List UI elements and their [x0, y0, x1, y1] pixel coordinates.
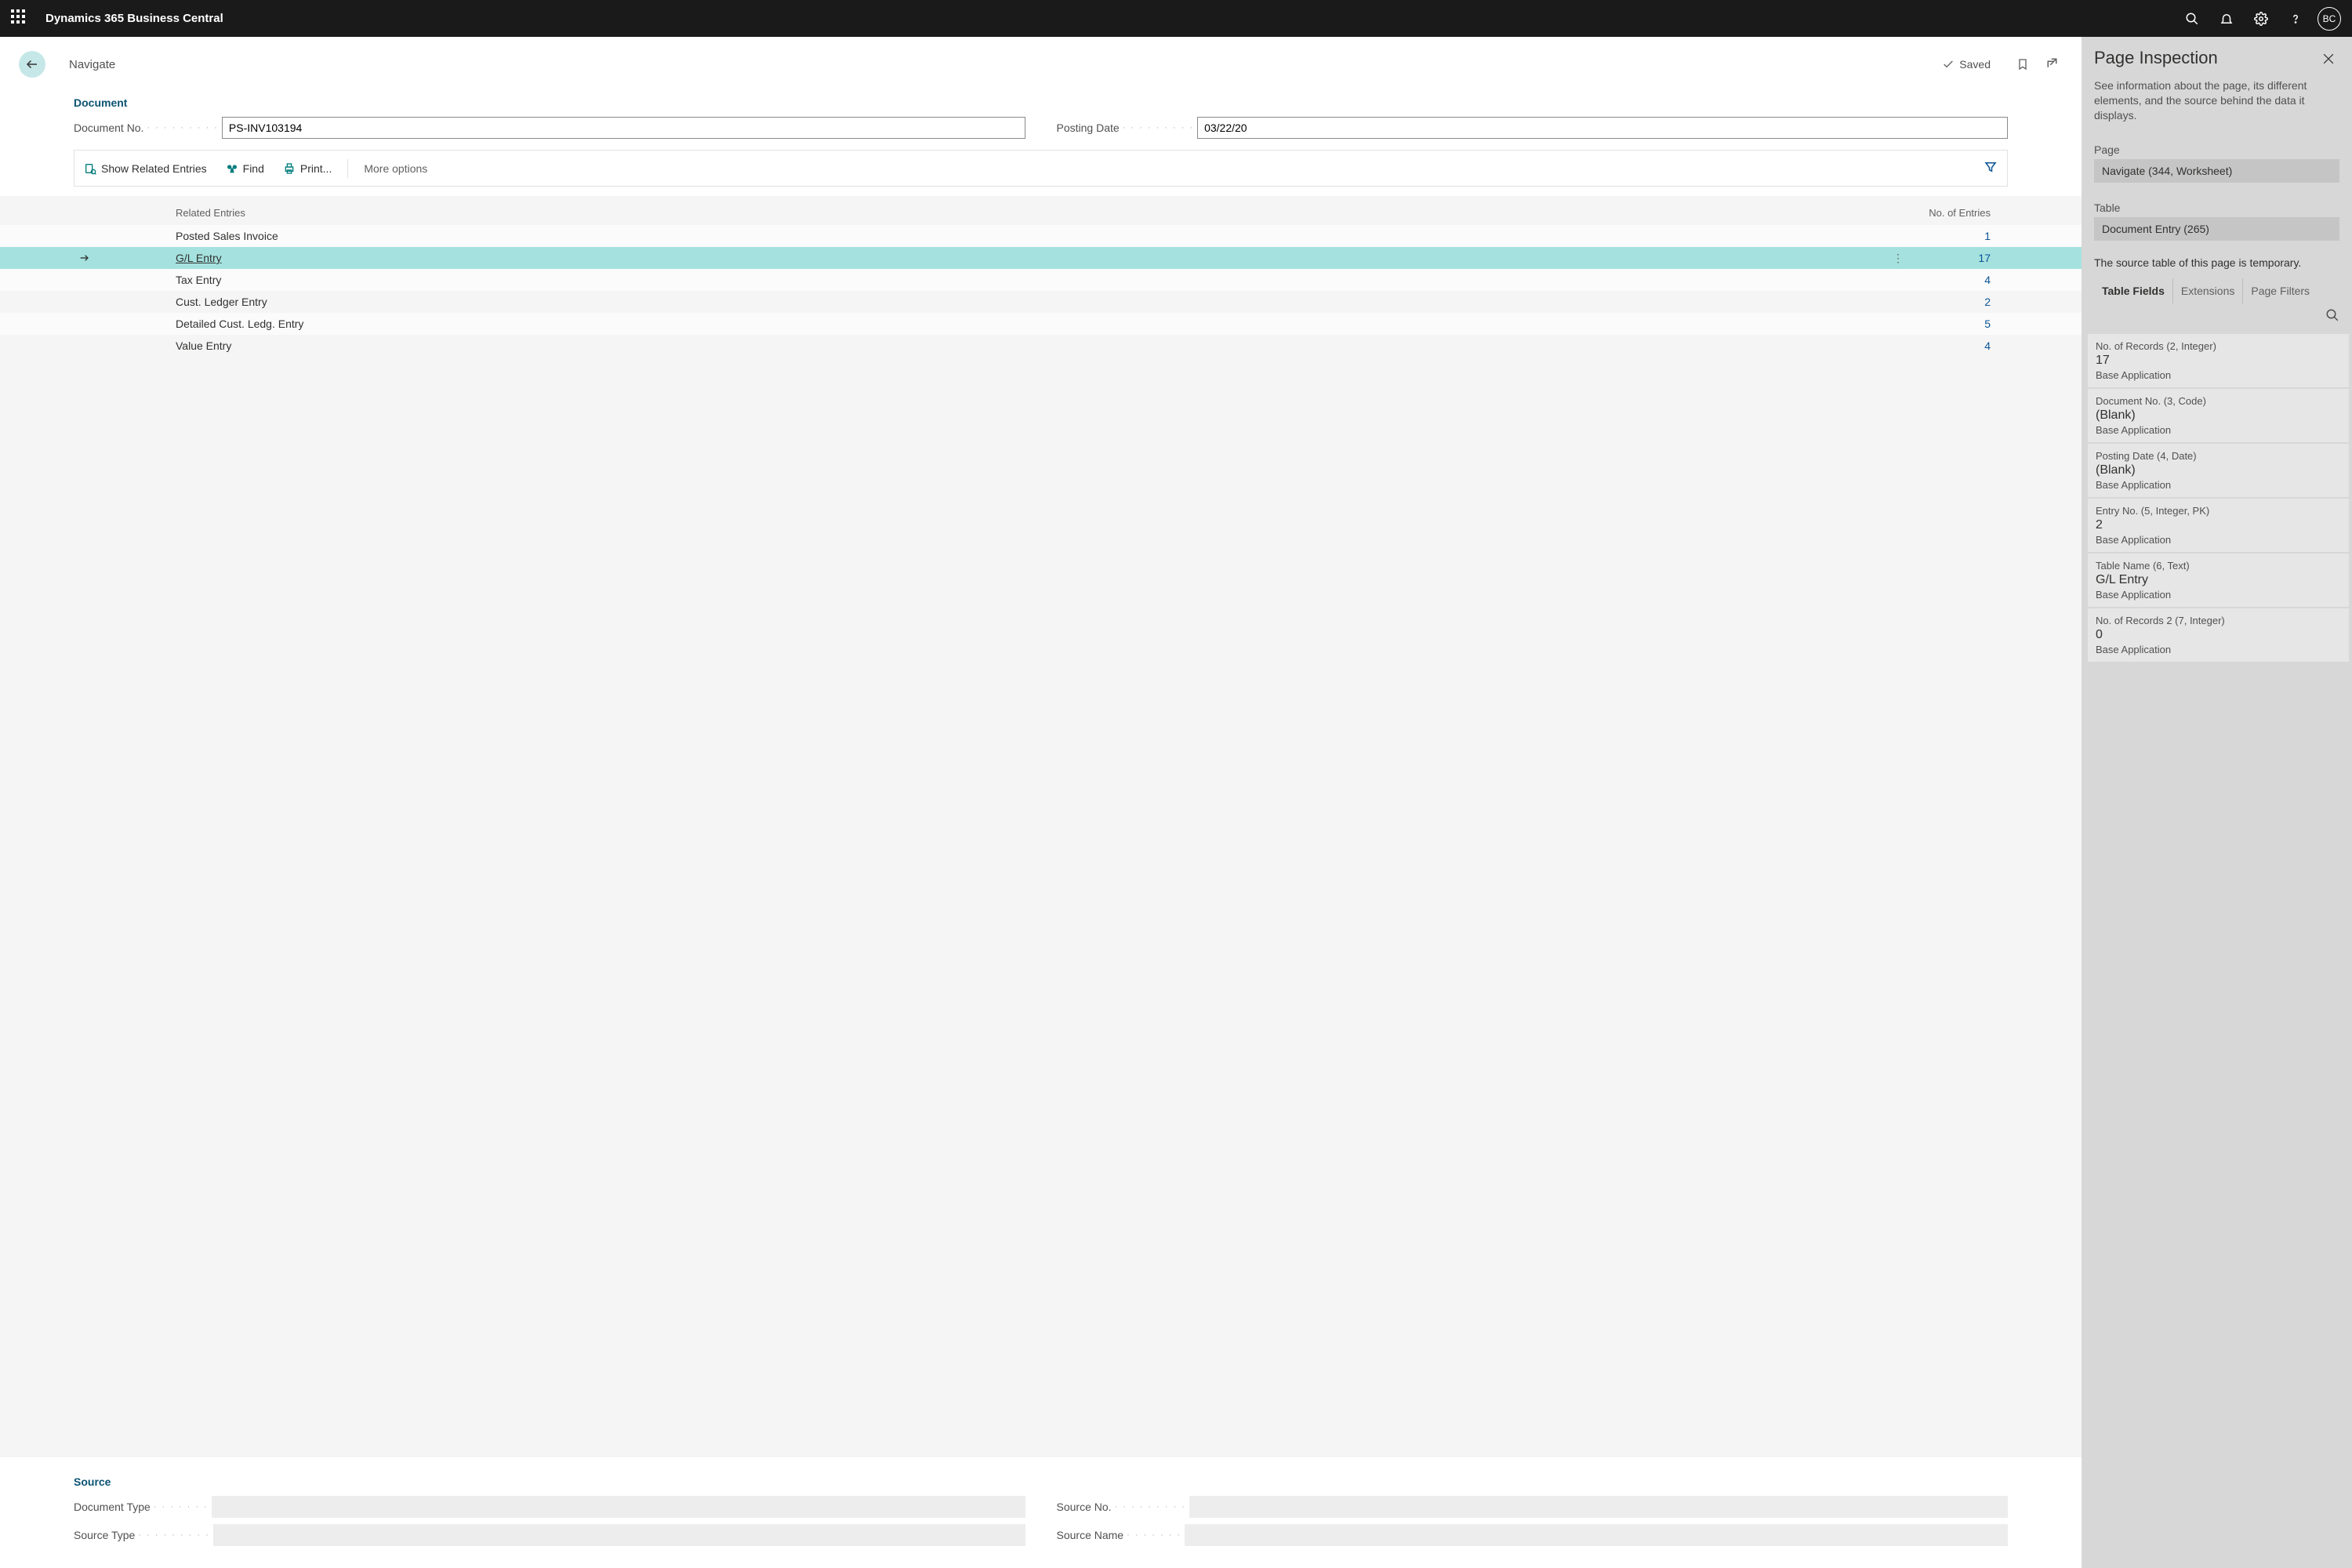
field-value: G/L Entry: [2096, 573, 2341, 587]
back-button[interactable]: [19, 51, 45, 78]
source-section-title: Source: [74, 1475, 2008, 1488]
document-section-title: Document: [74, 96, 2008, 109]
field-value: 2: [2096, 518, 2341, 532]
row-count[interactable]: 1: [1906, 230, 2008, 242]
table-row[interactable]: Tax Entry 4: [0, 269, 2082, 291]
page-inspection-panel: Page Inspection See information about th…: [2082, 37, 2352, 1568]
table-header: Related Entries No. of Entries: [0, 196, 2082, 225]
field-source: Base Application: [2096, 644, 2341, 655]
topbar: Dynamics 365 Business Central BC: [0, 0, 2352, 37]
row-count[interactable]: 4: [1906, 274, 2008, 286]
row-count[interactable]: 2: [1906, 296, 2008, 308]
show-related-entries-button[interactable]: Show Related Entries: [74, 159, 216, 178]
inspector-tabs: Table Fields Extensions Page Filters: [2082, 275, 2352, 303]
field-source: Base Application: [2096, 589, 2341, 601]
row-name: Cust. Ledger Entry: [176, 296, 1890, 308]
field-name: No. of Records 2 (7, Integer): [2096, 615, 2341, 626]
bookmark-icon[interactable]: [2011, 53, 2034, 76]
field-name: Posting Date (4, Date): [2096, 450, 2341, 462]
col-header-name[interactable]: Related Entries: [176, 207, 1906, 219]
source-name-input[interactable]: [1185, 1524, 2008, 1546]
source-type-label: Source Type: [74, 1529, 135, 1541]
find-button[interactable]: Find: [216, 159, 274, 178]
tab-table-fields[interactable]: Table Fields: [2094, 278, 2173, 303]
inspector-field-card[interactable]: No. of Records 2 (7, Integer) 0 Base Appli…: [2088, 608, 2349, 662]
field-source: Base Application: [2096, 424, 2341, 436]
table-row[interactable]: Value Entry 4: [0, 335, 2082, 357]
tab-extensions[interactable]: Extensions: [2173, 278, 2243, 303]
inspector-field-card[interactable]: Table Name (6, Text)G/L Entry Base Applic…: [2088, 554, 2349, 607]
source-no-input[interactable]: [1189, 1496, 2008, 1518]
toolbar-separator: [347, 159, 348, 178]
field-name: Entry No. (5, Integer, PK): [2096, 505, 2341, 517]
search-icon[interactable]: [2175, 0, 2209, 37]
row-count[interactable]: 17: [1906, 252, 2008, 264]
field-source: Base Application: [2096, 534, 2341, 546]
user-avatar[interactable]: BC: [2318, 7, 2341, 31]
doc-no-input[interactable]: [222, 117, 1025, 139]
inspector-temp-note: The source table of this page is tempora…: [2082, 245, 2352, 275]
inspector-table-value[interactable]: Document Entry (265): [2094, 217, 2339, 241]
table-row[interactable]: Detailed Cust. Ledg. Entry 5: [0, 313, 2082, 335]
posting-date-label: Posting Date: [1057, 122, 1120, 134]
inspector-field-card[interactable]: Entry No. (5, Integer, PK)2 Base Applicat…: [2088, 499, 2349, 552]
settings-icon[interactable]: [2244, 0, 2278, 37]
app-launcher-icon[interactable]: [11, 9, 30, 28]
table-row[interactable]: Posted Sales Invoice 1: [0, 225, 2082, 247]
field-value: (Blank): [2096, 408, 2341, 423]
doc-type-label: Document Type: [74, 1501, 151, 1513]
row-name: Value Entry: [176, 339, 1890, 352]
field-name: No. of Records (2, Integer): [2096, 340, 2341, 352]
field-value: (Blank): [2096, 463, 2341, 477]
more-options-button[interactable]: More options: [354, 159, 437, 178]
help-icon[interactable]: [2278, 0, 2313, 37]
close-inspector-button[interactable]: [2318, 48, 2339, 72]
row-name: Detailed Cust. Ledg. Entry: [176, 318, 1890, 330]
saved-indicator: Saved: [1942, 58, 1991, 71]
inspector-fields-list[interactable]: No. of Records (2, Integer)17Base Applic…: [2082, 332, 2352, 1568]
inspector-page-value[interactable]: Navigate (344, Worksheet): [2094, 159, 2339, 183]
inspector-table-label: Table: [2082, 195, 2352, 217]
inspector-title: Page Inspection: [2094, 48, 2318, 68]
field-source: Base Application: [2096, 369, 2341, 381]
inspector-field-card[interactable]: Posting Date (4, Date)(Blank) Base Applic…: [2088, 444, 2349, 497]
col-header-count[interactable]: No. of Entries: [1906, 207, 2008, 219]
print-button[interactable]: Print...: [274, 159, 341, 178]
saved-label: Saved: [1959, 58, 1991, 71]
tab-page-filters[interactable]: Page Filters: [2243, 278, 2318, 303]
related-entries-table: Related Entries No. of Entries Posted Sa…: [0, 196, 2082, 1456]
row-name: Posted Sales Invoice: [176, 230, 1890, 242]
field-value: 17: [2096, 354, 2341, 368]
field-name: Table Name (6, Text): [2096, 560, 2341, 572]
inspector-search-icon[interactable]: [2325, 308, 2339, 325]
row-name: G/L Entry: [176, 252, 1890, 264]
page-header: Navigate Saved: [0, 37, 2082, 87]
source-no-label: Source No.: [1057, 1501, 1112, 1513]
popout-icon[interactable]: [2039, 53, 2063, 76]
field-name: Document No. (3, Code): [2096, 395, 2341, 407]
source-type-input[interactable]: [213, 1524, 1025, 1546]
action-toolbar: Show Related Entries Find Print... More …: [74, 150, 2008, 187]
table-row[interactable]: G/L Entry⋮17: [0, 247, 2082, 269]
source-name-label: Source Name: [1057, 1529, 1124, 1541]
filter-icon[interactable]: [1974, 157, 2007, 180]
inspector-field-card[interactable]: No. of Records (2, Integer) 17Base Applic…: [2088, 334, 2349, 387]
field-source: Base Application: [2096, 479, 2341, 491]
row-count[interactable]: 4: [1906, 339, 2008, 352]
app-title: Dynamics 365 Business Central: [45, 12, 223, 25]
inspector-description: See information about the page, its diff…: [2082, 78, 2352, 137]
notifications-icon[interactable]: [2209, 0, 2244, 37]
inspector-field-card[interactable]: Document No. (3, Code)(Blank)Base Applic…: [2088, 389, 2349, 442]
posting-date-input[interactable]: [1197, 117, 2008, 139]
row-name: Tax Entry: [176, 274, 1890, 286]
page-title: Navigate: [69, 58, 115, 71]
row-menu-icon[interactable]: ⋮: [1890, 252, 1906, 265]
doc-type-input[interactable]: [212, 1496, 1025, 1518]
row-indicator-icon: [74, 252, 176, 264]
doc-no-label: Document No.: [74, 122, 143, 134]
table-row[interactable]: Cust. Ledger Entry 2: [0, 291, 2082, 313]
field-value: 0: [2096, 628, 2341, 642]
row-count[interactable]: 5: [1906, 318, 2008, 330]
inspector-page-label: Page: [2082, 137, 2352, 159]
